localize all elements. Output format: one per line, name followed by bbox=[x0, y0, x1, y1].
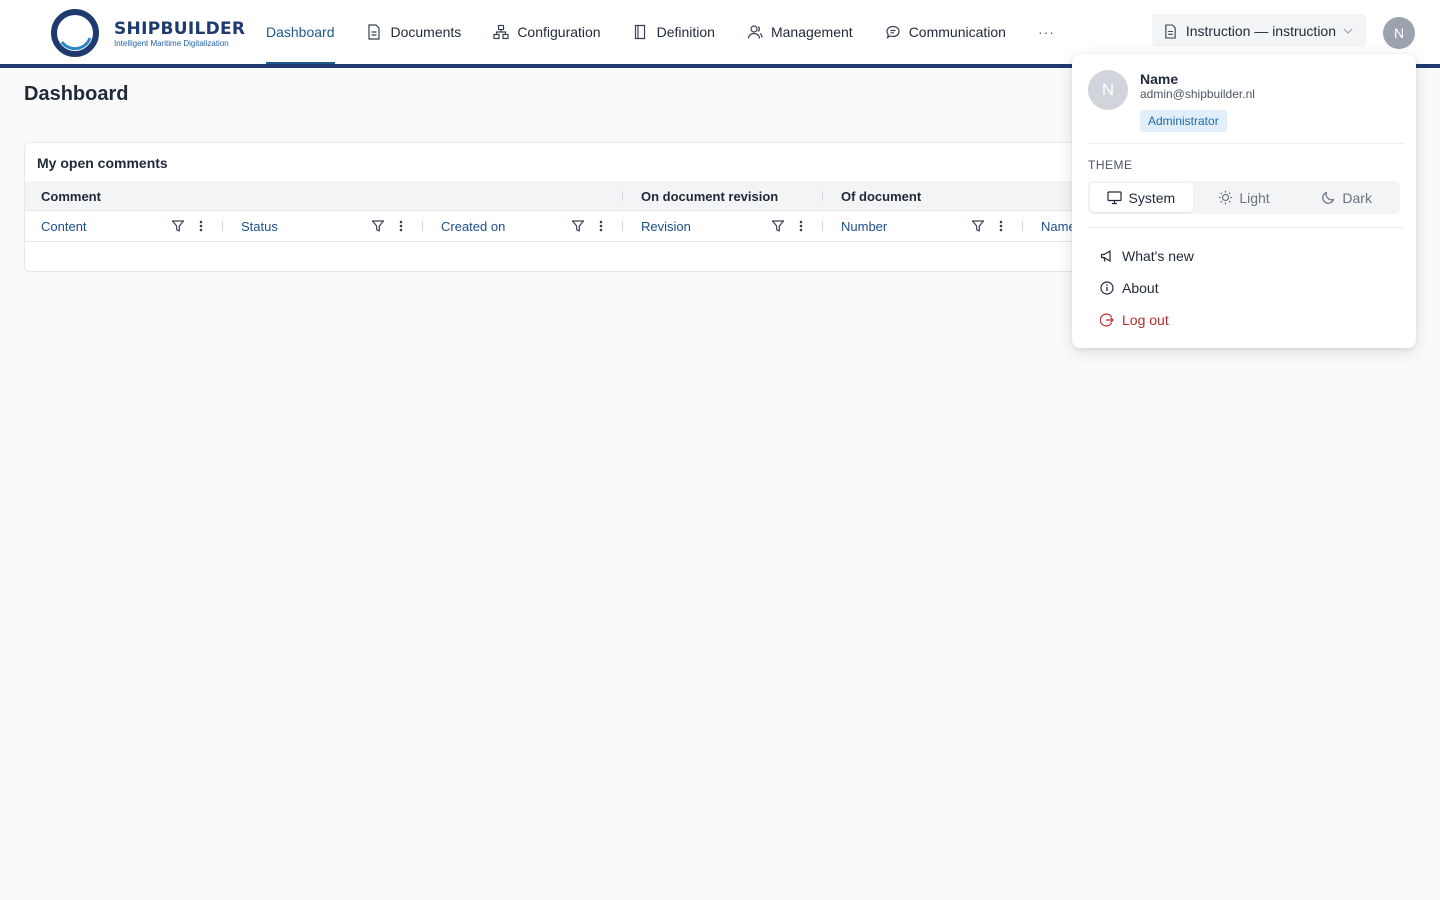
book-icon bbox=[633, 24, 649, 40]
menu-divider bbox=[1088, 143, 1404, 144]
menu-item-label: What's new bbox=[1122, 248, 1194, 264]
sun-icon bbox=[1218, 190, 1233, 205]
column-menu-icon[interactable] bbox=[997, 219, 1005, 233]
theme-toggle: System Light Dark bbox=[1088, 181, 1400, 214]
column-label: Content bbox=[41, 218, 87, 234]
column-label: Number bbox=[841, 218, 888, 234]
theme-option-dark[interactable]: Dark bbox=[1295, 183, 1398, 212]
nav-configuration[interactable]: Configuration bbox=[493, 0, 601, 64]
menu-item-label: About bbox=[1122, 280, 1159, 296]
column-resize-handle[interactable] bbox=[422, 221, 423, 231]
filter-icon[interactable] bbox=[571, 219, 585, 233]
column-label: Name bbox=[1041, 218, 1076, 234]
column-header-status[interactable]: Status bbox=[225, 211, 425, 241]
logo-title: SHIPBUILDER bbox=[114, 19, 246, 39]
page-title: Dashboard bbox=[24, 83, 129, 105]
nav-management[interactable]: Management bbox=[747, 0, 853, 64]
column-resize-handle[interactable] bbox=[822, 221, 823, 231]
column-menu-icon[interactable] bbox=[797, 219, 805, 233]
menu-item-about[interactable]: About bbox=[1100, 277, 1159, 299]
menu-item-log-out[interactable]: Log out bbox=[1100, 309, 1169, 331]
group-document: Of document bbox=[841, 188, 922, 204]
nav-definition[interactable]: Definition bbox=[633, 0, 715, 64]
theme-option-label: System bbox=[1128, 189, 1176, 206]
nav-dashboard-label: Dashboard bbox=[266, 24, 335, 40]
monitor-icon bbox=[1107, 190, 1123, 205]
users-icon bbox=[747, 24, 763, 40]
column-resize-handle[interactable] bbox=[222, 221, 223, 231]
column-label: Status bbox=[241, 218, 278, 234]
main-nav: Dashboard Documents Configuration Defini… bbox=[266, 0, 1055, 64]
chevron-down-icon bbox=[1342, 25, 1354, 37]
filter-icon[interactable] bbox=[771, 219, 785, 233]
column-header-created-on[interactable]: Created on bbox=[425, 211, 625, 241]
column-label: Revision bbox=[641, 218, 691, 234]
info-icon bbox=[1100, 281, 1114, 295]
nav-documents[interactable]: Documents bbox=[367, 0, 462, 64]
nav-documents-label: Documents bbox=[390, 24, 462, 40]
nav-more-button[interactable]: ··· bbox=[1038, 0, 1055, 64]
logo-tagline: Intelligent Maritime Digitalization bbox=[114, 39, 229, 48]
column-menu-icon[interactable] bbox=[197, 219, 205, 233]
filter-icon[interactable] bbox=[171, 219, 185, 233]
filter-icon[interactable] bbox=[371, 219, 385, 233]
column-menu-icon[interactable] bbox=[597, 219, 605, 233]
group-document-revision: On document revision bbox=[641, 188, 779, 204]
group-separator bbox=[622, 191, 623, 201]
column-header-content[interactable]: Content bbox=[25, 211, 225, 241]
theme-option-label: Dark bbox=[1342, 189, 1372, 206]
menu-item-label: Log out bbox=[1122, 312, 1169, 328]
user-name: Name bbox=[1140, 71, 1179, 87]
theme-label: THEME bbox=[1088, 158, 1133, 172]
group-separator bbox=[822, 191, 823, 201]
context-select[interactable]: Instruction — instruction bbox=[1152, 14, 1366, 47]
logo-mark-icon bbox=[51, 9, 99, 57]
logout-icon bbox=[1100, 313, 1114, 327]
group-comment: Comment bbox=[41, 188, 101, 204]
nav-communication-label: Communication bbox=[908, 24, 1006, 40]
user-email: admin@shipbuilder.nl bbox=[1140, 87, 1255, 101]
menu-divider bbox=[1088, 227, 1404, 228]
hierarchy-icon bbox=[493, 24, 509, 40]
menu-item-whats-new[interactable]: What's new bbox=[1100, 245, 1194, 267]
column-resize-handle[interactable] bbox=[1022, 221, 1023, 231]
nav-communication[interactable]: Communication bbox=[885, 0, 1006, 64]
theme-option-label: Light bbox=[1239, 189, 1270, 206]
theme-option-light[interactable]: Light bbox=[1193, 183, 1296, 212]
megaphone-icon bbox=[1100, 249, 1114, 263]
nav-management-label: Management bbox=[770, 24, 853, 40]
logo[interactable]: SHIPBUILDER Intelligent Maritime Digital… bbox=[50, 8, 246, 58]
filter-icon[interactable] bbox=[971, 219, 985, 233]
user-avatar-button[interactable]: N bbox=[1383, 17, 1415, 49]
column-label: Created on bbox=[441, 218, 506, 234]
document-icon bbox=[367, 24, 383, 40]
chat-icon bbox=[885, 24, 901, 40]
moon-icon bbox=[1321, 190, 1336, 205]
document-icon bbox=[1164, 23, 1178, 39]
context-select-value: Instruction — instruction bbox=[1185, 22, 1336, 39]
column-header-revision[interactable]: Revision bbox=[625, 211, 825, 241]
role-badge: Administrator bbox=[1140, 110, 1227, 132]
user-menu-dropdown: N Name admin@shipbuilder.nl Administrato… bbox=[1072, 54, 1416, 348]
theme-option-system[interactable]: System bbox=[1090, 183, 1193, 212]
nav-configuration-label: Configuration bbox=[517, 24, 601, 40]
card-title: My open comments bbox=[37, 155, 168, 171]
nav-dashboard[interactable]: Dashboard bbox=[266, 0, 335, 64]
column-menu-icon[interactable] bbox=[397, 219, 405, 233]
column-resize-handle[interactable] bbox=[622, 221, 623, 231]
nav-definition-label: Definition bbox=[656, 24, 715, 40]
avatar: N bbox=[1088, 70, 1128, 110]
column-header-number[interactable]: Number bbox=[825, 211, 1025, 241]
